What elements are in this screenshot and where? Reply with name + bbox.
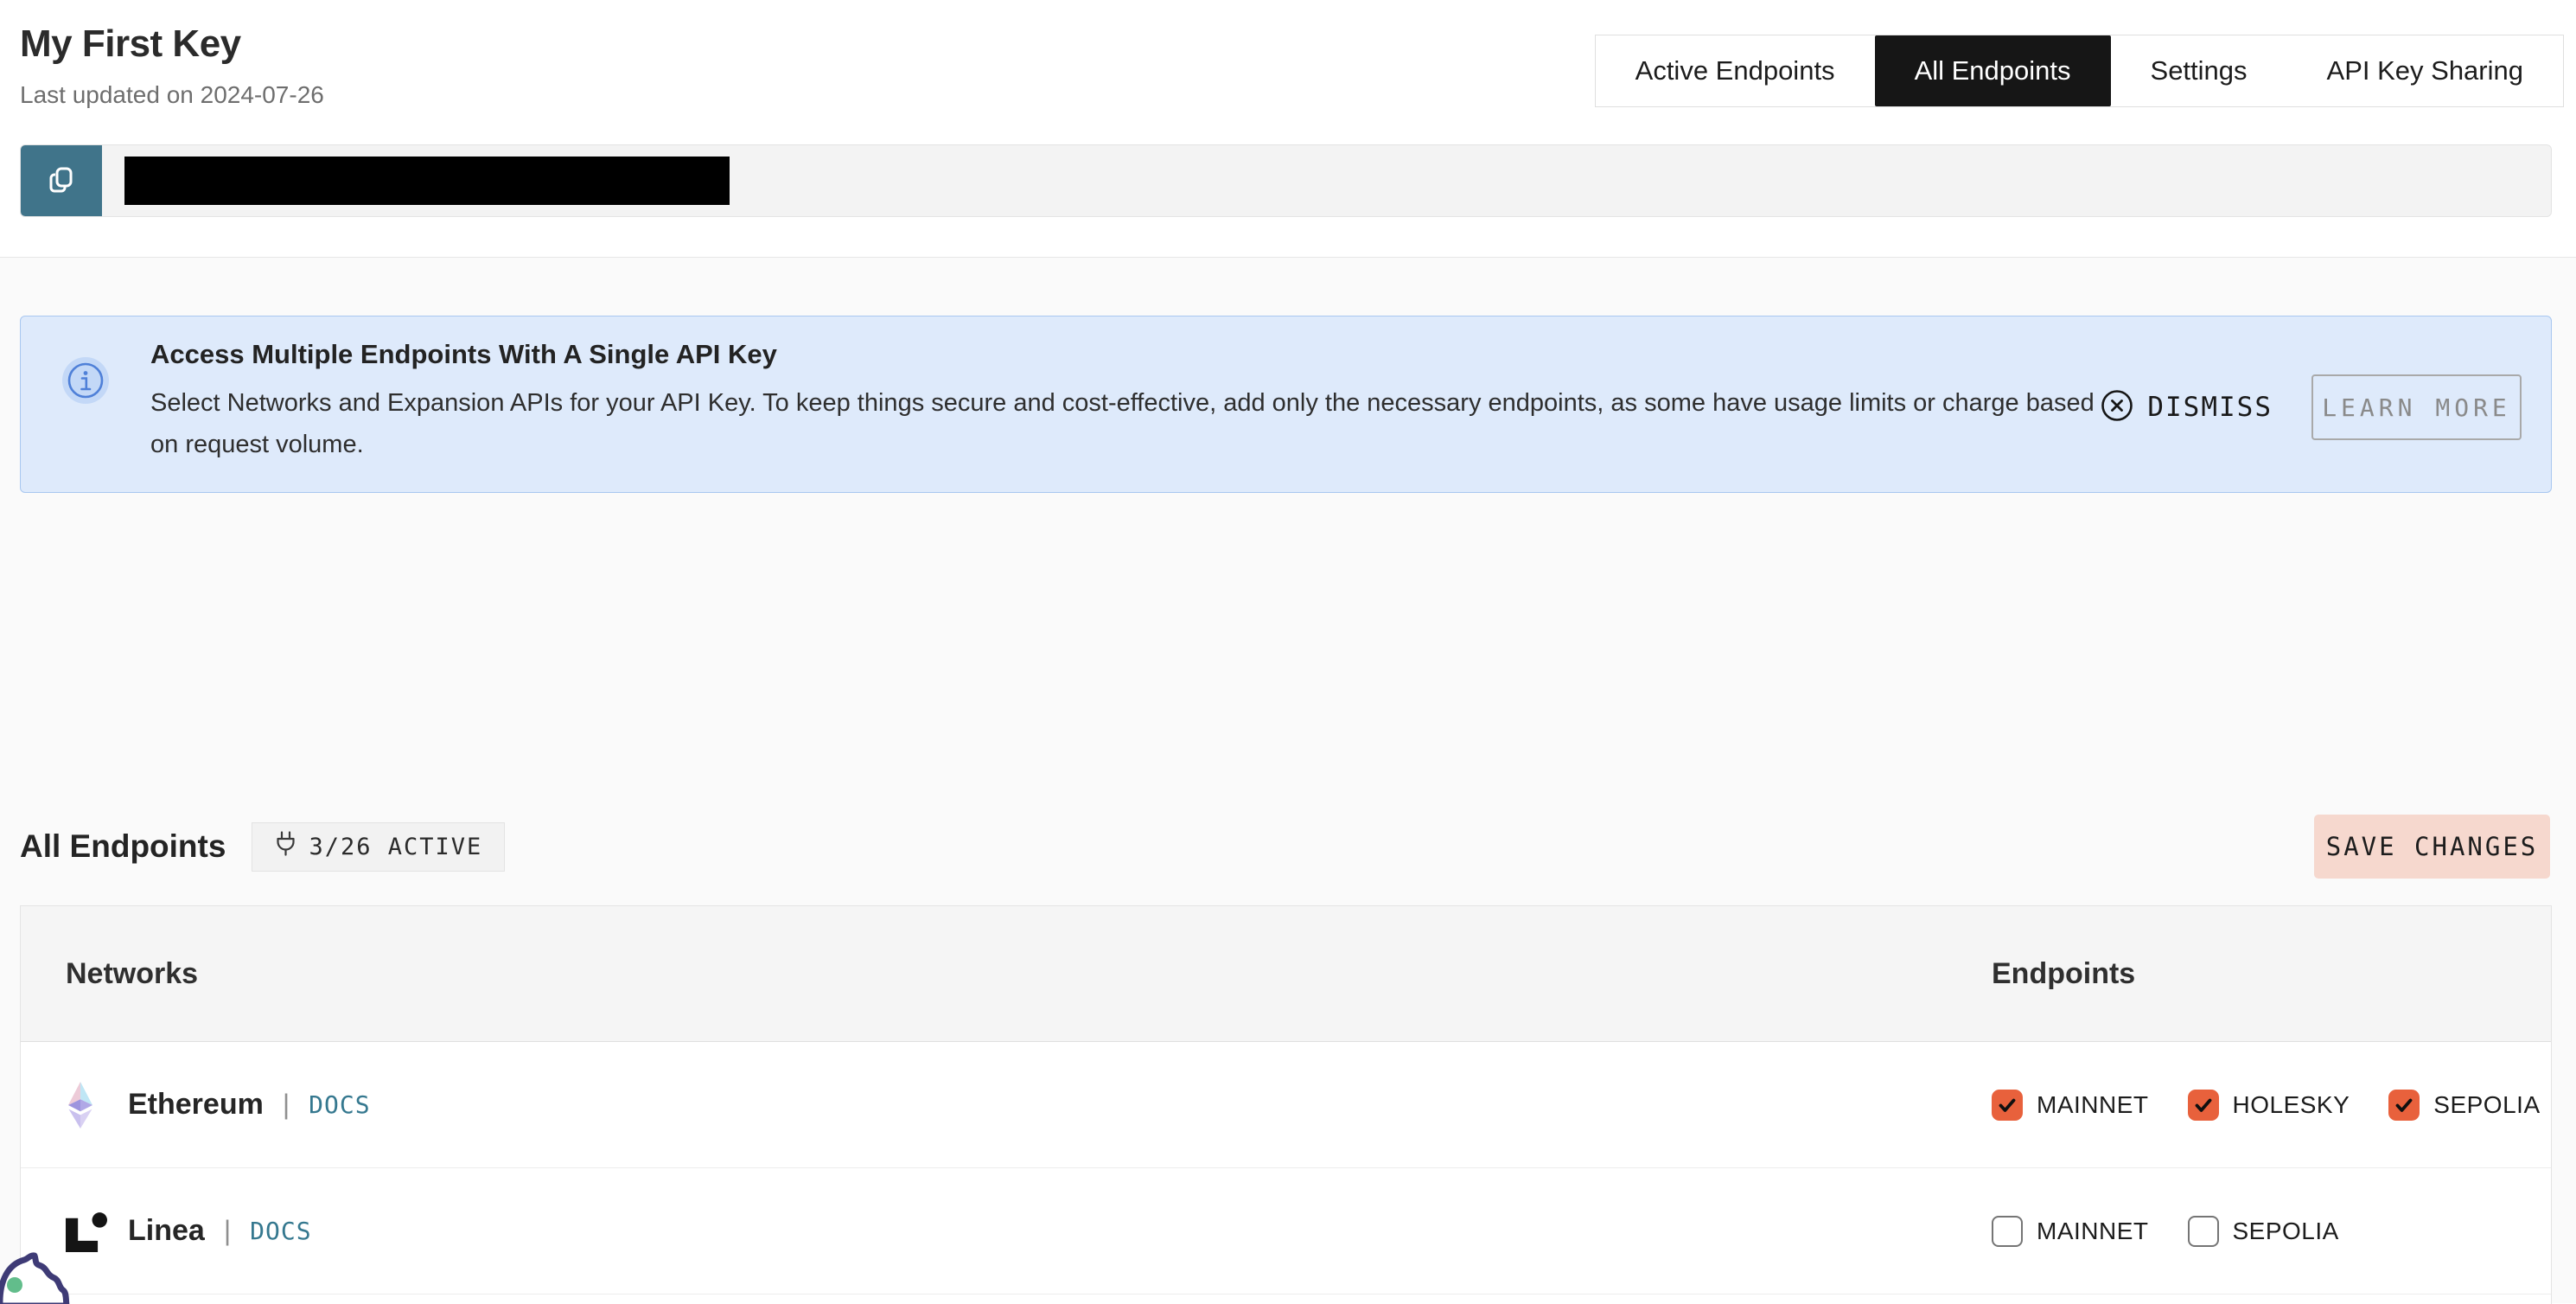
network-name: Linea bbox=[128, 1214, 205, 1248]
endpoint-label: HOLESKY bbox=[2233, 1091, 2350, 1119]
active-count-badge: 3/26 ACTIVE bbox=[252, 822, 505, 872]
network-icon bbox=[66, 1211, 128, 1252]
dismiss-x-circle-icon bbox=[2101, 389, 2133, 425]
page-title: My First Key bbox=[20, 22, 241, 66]
endpoint-checkboxes: MAINNET AMOY bbox=[1992, 1294, 2305, 1304]
endpoint-option[interactable]: HOLESKY bbox=[2188, 1090, 2350, 1121]
network-table-body: Ethereum | DOCS MAINNET HOLESKY SEPOLIA … bbox=[21, 1042, 2551, 1304]
checkbox[interactable] bbox=[1992, 1090, 2023, 1121]
table-row: Linea | DOCS MAINNET SEPOLIA bbox=[21, 1168, 2551, 1294]
checkbox[interactable] bbox=[2388, 1090, 2420, 1121]
network-name: Ethereum bbox=[128, 1088, 264, 1122]
endpoint-label: MAINNET bbox=[2037, 1218, 2149, 1245]
tab-active-endpoints[interactable]: Active Endpoints bbox=[1596, 35, 1875, 106]
endpoint-option[interactable]: MAINNET bbox=[1992, 1216, 2149, 1247]
table-row: Ethereum | DOCS MAINNET HOLESKY SEPOLIA bbox=[21, 1042, 2551, 1168]
checkbox[interactable] bbox=[2188, 1216, 2219, 1247]
network-icon bbox=[66, 1082, 128, 1128]
divider: | bbox=[224, 1215, 231, 1247]
network-cell: Ethereum | DOCS bbox=[21, 1042, 371, 1167]
checkbox[interactable] bbox=[1992, 1216, 2023, 1247]
column-header-networks: Networks bbox=[66, 906, 198, 1041]
banner-title: Access Multiple Endpoints With A Single … bbox=[150, 339, 2121, 370]
endpoint-label: SEPOLIA bbox=[2433, 1091, 2540, 1119]
column-header-endpoints: Endpoints bbox=[1992, 906, 2135, 1041]
table-header-row: Networks Endpoints bbox=[21, 906, 2551, 1042]
endpoint-option[interactable]: MAINNET bbox=[1992, 1090, 2149, 1121]
endpoint-checkboxes: MAINNET SEPOLIA bbox=[1992, 1168, 2339, 1294]
save-changes-button[interactable]: SAVE CHANGES bbox=[2314, 815, 2550, 879]
divider: | bbox=[283, 1089, 290, 1121]
tab-api-key-sharing[interactable]: API Key Sharing bbox=[2287, 35, 2563, 106]
api-key-bar bbox=[20, 144, 2552, 217]
learn-more-button[interactable]: LEARN MORE bbox=[2311, 374, 2522, 440]
plug-icon bbox=[274, 831, 297, 862]
dismiss-button[interactable]: DISMISS bbox=[2101, 389, 2273, 425]
page-header: My First Key Last updated on 2024-07-26 … bbox=[0, 0, 2576, 258]
checkbox[interactable] bbox=[2188, 1090, 2219, 1121]
endpoint-option[interactable]: SEPOLIA bbox=[2388, 1090, 2540, 1121]
dismiss-label: DISMISS bbox=[2147, 392, 2273, 423]
chat-widget-button[interactable] bbox=[0, 1249, 90, 1304]
redacted-api-key bbox=[124, 157, 730, 205]
endpoint-option[interactable]: SEPOLIA bbox=[2188, 1216, 2339, 1247]
banner-body: Select Networks and Expansion APIs for y… bbox=[150, 382, 2113, 465]
tab-settings[interactable]: Settings bbox=[2111, 35, 2287, 106]
copy-icon bbox=[44, 163, 79, 200]
endpoint-label: MAINNET bbox=[2037, 1091, 2149, 1119]
copy-api-key-button[interactable] bbox=[21, 145, 102, 216]
tab-all-endpoints[interactable]: All Endpoints bbox=[1875, 35, 2111, 106]
info-icon bbox=[62, 357, 109, 404]
docs-link[interactable]: DOCS bbox=[250, 1217, 311, 1245]
table-row: Polygon | DOCS MAINNET AMOY bbox=[21, 1294, 2551, 1304]
tab-bar: Active Endpoints All Endpoints Settings … bbox=[1595, 35, 2564, 107]
info-banner: Access Multiple Endpoints With A Single … bbox=[20, 316, 2552, 493]
last-updated-text: Last updated on 2024-07-26 bbox=[20, 81, 324, 109]
main-content: Access Multiple Endpoints With A Single … bbox=[0, 258, 2576, 1303]
endpoint-label: SEPOLIA bbox=[2233, 1218, 2339, 1245]
all-endpoints-header-row: All Endpoints 3/26 ACTIVE SAVE CHANGES bbox=[20, 815, 2550, 879]
section-title: All Endpoints bbox=[20, 828, 226, 865]
docs-link[interactable]: DOCS bbox=[309, 1090, 370, 1119]
banner-text: Access Multiple Endpoints With A Single … bbox=[150, 339, 2121, 465]
endpoint-checkboxes: MAINNET HOLESKY SEPOLIA bbox=[1992, 1042, 2541, 1167]
networks-table: Networks Endpoints Ethereum | DOCS MAINN… bbox=[20, 905, 2552, 1304]
active-count-label: 3/26 ACTIVE bbox=[309, 834, 482, 860]
